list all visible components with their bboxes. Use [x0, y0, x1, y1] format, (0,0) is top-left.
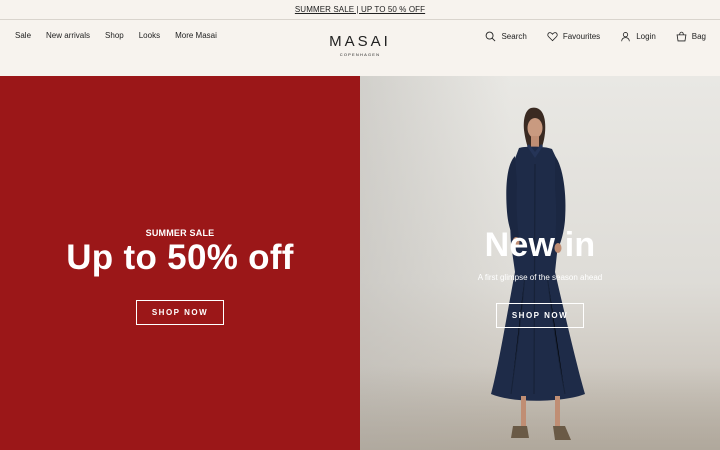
utility-nav: Search Favourites Login Bag: [485, 31, 706, 42]
bag-label: Bag: [691, 32, 706, 41]
model-image: [491, 107, 585, 440]
user-icon: [621, 32, 630, 42]
site-header: Sale New arrivals Shop Looks More Masai …: [0, 20, 720, 76]
bag-icon: [676, 31, 687, 42]
brand-logo[interactable]: MASAI COPENHAGEN: [300, 33, 420, 58]
new-in-banner[interactable]: New in A first glimpse of the season ahe…: [360, 76, 720, 450]
logo-subtitle: COPENHAGEN: [339, 52, 381, 57]
new-in-headline: New in: [484, 226, 596, 264]
new-in-subtitle: A first glimpse of the season ahead: [477, 273, 603, 282]
nav-item-shop[interactable]: Shop: [105, 31, 124, 40]
search-icon: [486, 31, 496, 42]
heart-icon: [547, 32, 558, 42]
favourites-button[interactable]: Favourites: [547, 31, 600, 42]
announcement-bar: SUMMER SALE | UP TO 50 % OFF: [0, 0, 720, 20]
bag-button[interactable]: Bag: [676, 31, 706, 42]
sale-headline: Up to 50% off: [66, 238, 294, 277]
nav-item-more-masai[interactable]: More Masai: [175, 31, 217, 40]
nav-item-looks[interactable]: Looks: [139, 31, 160, 40]
search-button[interactable]: Search: [485, 31, 527, 42]
nav-item-new-arrivals[interactable]: New arrivals: [46, 31, 90, 40]
sale-banner[interactable]: SUMMER SALE Up to 50% off SHOP NOW: [0, 76, 360, 450]
login-label: Login: [636, 32, 656, 41]
sale-eyebrow: SUMMER SALE: [145, 228, 215, 238]
logo-wordmark: MASAI: [329, 33, 391, 50]
search-label: Search: [501, 32, 527, 41]
login-button[interactable]: Login: [620, 31, 656, 42]
sale-shop-now-button[interactable]: SHOP NOW: [136, 300, 224, 325]
main-nav: Sale New arrivals Shop Looks More Masai: [15, 31, 217, 40]
announcement-link[interactable]: SUMMER SALE | UP TO 50 % OFF: [295, 5, 425, 14]
favourites-label: Favourites: [562, 32, 601, 41]
new-in-shop-now-button[interactable]: SHOP NOW: [496, 303, 584, 328]
nav-item-sale[interactable]: Sale: [15, 31, 31, 40]
